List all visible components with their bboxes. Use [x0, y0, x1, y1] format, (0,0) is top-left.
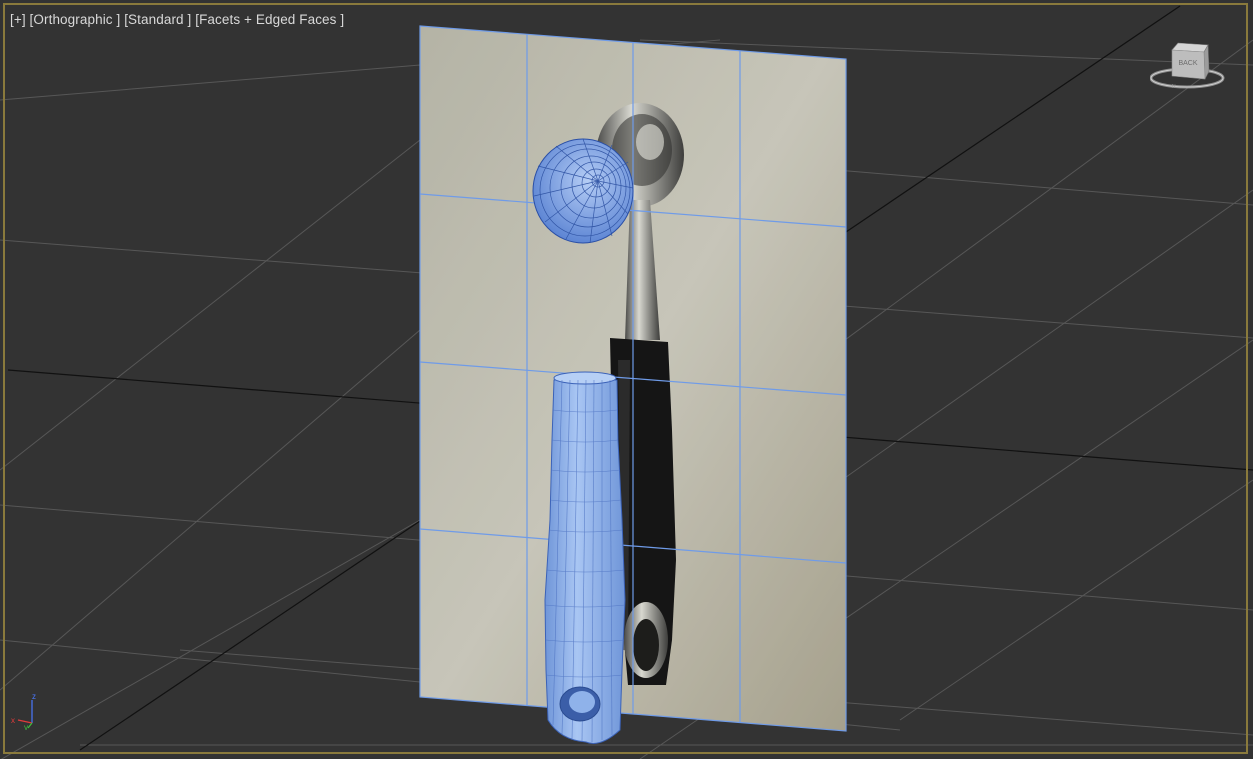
- scoop-bowl-mesh[interactable]: [532, 138, 634, 244]
- viewcube-icon[interactable]: BACK N: [1150, 38, 1240, 98]
- svg-text:N: N: [1172, 84, 1176, 90]
- viewport-menu-plus[interactable]: [+]: [10, 12, 26, 27]
- reference-image-plane[interactable]: [419, 25, 847, 732]
- viewcube-face-label: BACK: [1178, 60, 1197, 67]
- viewport-shading-mode[interactable]: [Standard ]: [124, 12, 191, 27]
- axis-tripod-icon: z x y: [11, 692, 36, 730]
- viewport-label-bar: [+] [Orthographic ] [Standard ] [Facets …: [10, 12, 344, 27]
- axis-z-label: z: [32, 692, 36, 701]
- viewport-display-mode[interactable]: [Facets + Edged Faces ]: [195, 12, 344, 27]
- axis-y-label: y: [24, 723, 28, 730]
- axis-x-label: x: [11, 716, 15, 725]
- handle-mesh[interactable]: [544, 371, 626, 744]
- viewport-view-mode[interactable]: [Orthographic ]: [30, 12, 121, 27]
- perspective-viewport[interactable]: [+] [Orthographic ] [Standard ] [Facets …: [0, 0, 1253, 759]
- scene-canvas[interactable]: [0, 0, 1253, 759]
